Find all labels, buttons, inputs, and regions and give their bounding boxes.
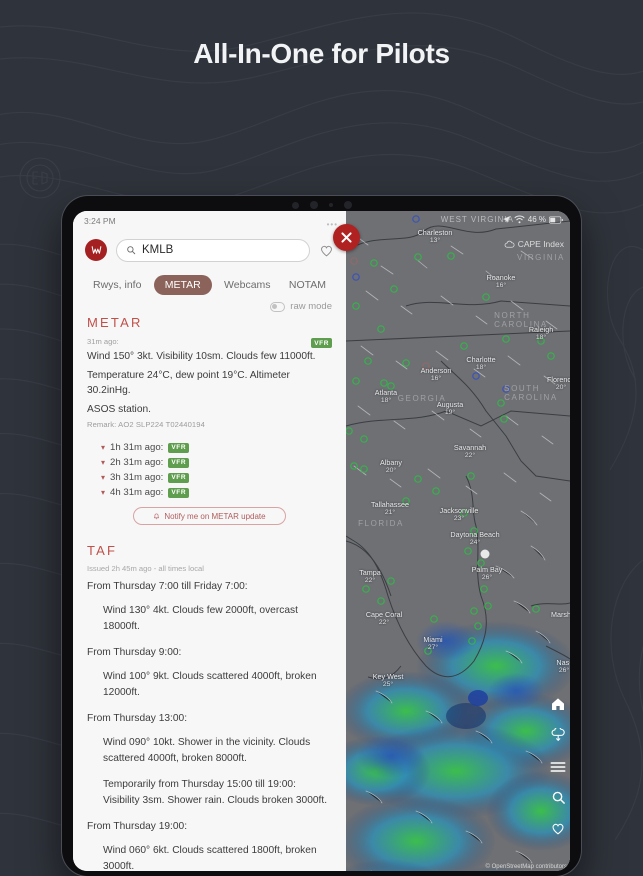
search-row: KMLB xyxy=(73,231,346,269)
status-badge: VFR xyxy=(168,472,190,483)
taf-group-detail: Wind 090° 10kt. Shower in the vicinity. … xyxy=(103,737,311,764)
status-badge: VFR xyxy=(168,442,190,453)
search-icon xyxy=(127,246,136,255)
panel-content: METAR 31m ago: Wind 150° 3kt. Visibility… xyxy=(73,315,346,871)
tablet-screen: 3:24 PM ••• KMLB Rwys, info METAR Webcam… xyxy=(73,211,570,871)
search-value: KMLB xyxy=(142,244,174,256)
page-title: All-In-One for Pilots xyxy=(193,38,450,69)
raw-mode-label: raw mode xyxy=(290,301,332,312)
raw-mode-toggle[interactable]: raw mode xyxy=(270,301,332,312)
metar-line-3: ASOS station. xyxy=(87,403,151,415)
metar-history-label: 4h 31m ago: xyxy=(110,487,164,498)
map-overlay-label[interactable]: CAPE Index xyxy=(504,239,564,249)
heart-outline-icon[interactable] xyxy=(550,821,566,836)
menu-icon[interactable] xyxy=(550,760,566,774)
camera-sensor-dots xyxy=(291,201,352,209)
metar-history-label: 3h 31m ago: xyxy=(110,472,164,483)
chevron-down-icon: ▾ xyxy=(101,487,106,497)
metar-history-row-1[interactable]: ▾ 1h 31m ago: VFR xyxy=(101,442,332,453)
chevron-down-icon: ▾ xyxy=(101,472,106,482)
metar-section-title: METAR xyxy=(87,315,143,330)
toggle-off-icon xyxy=(270,301,286,312)
metar-status-badge: VFR xyxy=(311,338,332,348)
chevron-down-icon: ▾ xyxy=(101,442,106,452)
metar-line-1: Wind 150° 3kt. Visibility 10sm. Clouds f… xyxy=(87,351,316,362)
bell-icon xyxy=(154,513,160,519)
status-badge: VFR xyxy=(168,457,190,468)
close-button[interactable] xyxy=(333,224,360,251)
status-badge: VFR xyxy=(168,487,190,498)
tab-webcams[interactable]: Webcams xyxy=(218,275,277,295)
metar-history-label: 2h 31m ago: xyxy=(110,457,164,468)
taf-group-from: From Thursday 7:00 till Friday 7:00: xyxy=(87,581,248,592)
notify-label: Notify me on METAR update xyxy=(164,511,266,521)
metar-history-row-4[interactable]: ▾ 4h 31m ago: VFR xyxy=(101,487,332,498)
taf-issued: Issued 2h 45m ago - all times local xyxy=(87,564,204,573)
panel-tabs: Rwys, info METAR Webcams NOTAM xyxy=(73,271,346,299)
map-canvas xyxy=(346,211,570,871)
close-icon xyxy=(341,232,352,243)
search-icon[interactable] xyxy=(551,790,566,805)
taf-group-detail: Wind 130° 4kt. Clouds few 2000ft, overca… xyxy=(103,605,298,632)
favorite-button[interactable] xyxy=(319,243,334,258)
taf-group-from: From Thursday 9:00: xyxy=(87,647,182,658)
tab-metar[interactable]: METAR xyxy=(153,275,212,295)
battery-icon xyxy=(549,216,563,223)
taf-group-detail: Wind 100° 9kt. Clouds scattered 4000ft, … xyxy=(103,671,317,698)
weather-map[interactable]: WEST VIRGINIA 46 % CAPE Index VIRGINIA N… xyxy=(346,211,570,871)
weather-pin-icon[interactable] xyxy=(551,728,566,744)
map-attribution: © OpenStreetMap contributors xyxy=(485,864,567,870)
windy-logo-icon[interactable] xyxy=(85,239,107,261)
status-bar-time: 3:24 PM xyxy=(84,216,116,226)
metar-history-row-2[interactable]: ▾ 2h 31m ago: VFR xyxy=(101,457,332,468)
device-status-indicators: 46 % xyxy=(502,215,563,224)
taf-section-title: TAF xyxy=(87,543,118,558)
home-icon[interactable] xyxy=(550,696,566,712)
wifi-icon xyxy=(514,215,525,224)
heart-outline-icon xyxy=(321,245,332,256)
windy-logo-glyph xyxy=(91,245,101,254)
notify-metar-update-button[interactable]: Notify me on METAR update xyxy=(133,507,286,525)
metar-remark: Remark: AO2 SLP224 T02440194 xyxy=(87,420,205,429)
taf-group-detail: Temporarily from Thursday 15:00 till 19:… xyxy=(103,779,328,806)
overlay-label-text: CAPE Index xyxy=(517,239,564,249)
tab-rwys-info[interactable]: Rwys, info xyxy=(87,275,147,295)
tablet-device-frame: 3:24 PM ••• KMLB Rwys, info METAR Webcam… xyxy=(62,196,581,876)
metar-line-2: Temperature 24°C, dew point 19°C. Altime… xyxy=(87,369,290,397)
cloud-icon xyxy=(504,240,515,248)
map-tool-rail xyxy=(550,696,566,836)
taf-group-from: From Thursday 13:00: xyxy=(87,713,188,724)
battery-percent: 46 % xyxy=(527,215,546,224)
metar-history-row-3[interactable]: ▾ 3h 31m ago: VFR xyxy=(101,472,332,483)
tab-notam[interactable]: NOTAM xyxy=(283,275,332,295)
airport-info-panel: 3:24 PM ••• KMLB Rwys, info METAR Webcam… xyxy=(73,211,346,871)
location-arrow-icon xyxy=(502,216,510,223)
metar-history-label: 1h 31m ago: xyxy=(110,442,164,453)
taf-group-from: From Thursday 19:00: xyxy=(87,821,188,832)
taf-group-detail: Wind 060° 6kt. Clouds scattered 1800ft, … xyxy=(103,845,317,871)
metar-age: 31m ago: xyxy=(87,337,119,346)
search-input[interactable]: KMLB xyxy=(116,238,310,262)
chevron-down-icon: ▾ xyxy=(101,457,106,467)
